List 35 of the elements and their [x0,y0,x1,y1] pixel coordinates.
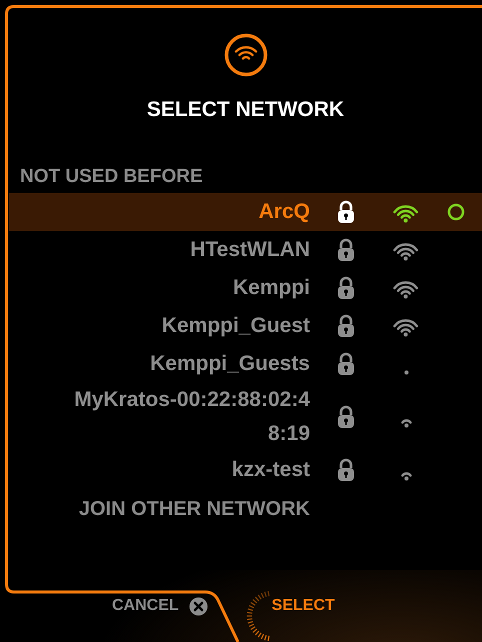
section-heading: NOT USED BEFORE [20,165,204,189]
network-name: Kemppi [232,275,310,301]
wifi-signal-icon [393,280,419,298]
network-row[interactable]: Kemppi_Guest [9,307,482,345]
wifi-signal-icon [393,242,419,260]
lock-icon [337,238,355,262]
select-button[interactable]: SELECT [272,593,335,619]
network-row[interactable]: Kemppi [9,269,482,307]
lock-icon [337,276,355,300]
close-icon [188,596,208,616]
wifi-signal-icon [393,318,419,336]
network-row[interactable]: Kemppi_Guests [9,345,482,383]
network-name: Kemppi_Guests [150,351,310,377]
wifi-signal-icon [404,370,408,374]
network-name: ArcQ [258,199,310,225]
network-name: HTestWLAN [190,237,310,263]
lock-icon [337,314,355,338]
connected-ring-icon [447,203,465,221]
lock-icon [337,405,355,429]
dialog-title: SELECT NETWORK [146,98,344,122]
network-row[interactable]: HTestWLAN [9,231,482,269]
wifi-signal-icon [393,204,419,222]
wifi-signal-icon [400,418,412,428]
lock-icon [337,352,355,376]
wifi-signal-icon [400,472,412,480]
join-other-network-link[interactable]: JOIN OTHER NETWORK [9,495,310,523]
wifi-icon [224,33,268,77]
dial-icon [246,590,270,642]
network-name: Kemppi_Guest [162,313,310,339]
cancel-button[interactable]: CANCEL [112,596,208,616]
network-name: kzx-test [232,457,310,483]
network-row[interactable]: kzx-test [9,451,482,489]
lock-icon [337,458,355,482]
lock-icon [337,200,355,224]
network-row[interactable]: ArcQ [9,193,482,231]
